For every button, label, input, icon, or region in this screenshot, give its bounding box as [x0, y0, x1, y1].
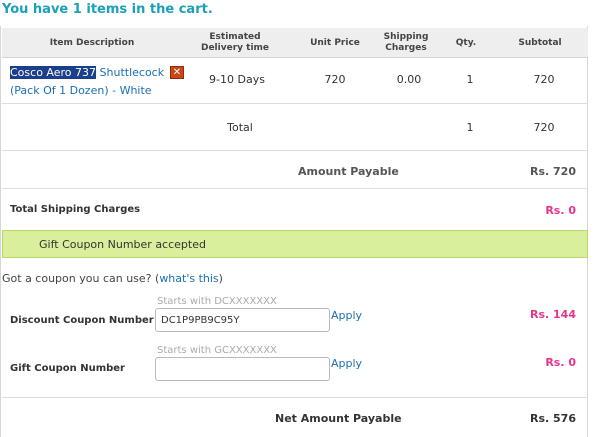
gift-coupon-label: Gift Coupon Number: [10, 363, 125, 374]
product-name-selected[interactable]: Cosco Aero 737: [10, 66, 97, 79]
cart-heading-prefix: You have: [2, 2, 69, 17]
header-item-description: Item Description: [49, 38, 135, 48]
item-shipping: 0.00: [396, 73, 422, 86]
header-delivery-time: Estimated Delivery time: [200, 32, 270, 53]
close-icon: ✕: [172, 67, 182, 78]
total-subtotal: 720: [533, 121, 555, 134]
gift-coupon-hint: Starts with GCXXXXXXX: [157, 345, 277, 356]
cart-count-heading: You have 1 items in the cart.: [2, 2, 213, 17]
discount-coupon-input[interactable]: [155, 308, 330, 332]
coupon-question: Got a coupon you can use? (what's this): [2, 272, 223, 285]
amount-payable-value: Rs. 720: [530, 165, 576, 178]
remove-item-button[interactable]: ✕: [170, 66, 184, 79]
row-divider: [2, 150, 588, 151]
whats-this-link[interactable]: what's this: [159, 272, 218, 285]
header-qty: Qty.: [455, 38, 477, 48]
item-subtotal: 720: [533, 73, 555, 86]
item-qty: 1: [466, 73, 474, 86]
row-divider: [2, 397, 588, 398]
cart-item-count: 1: [72, 2, 82, 17]
total-label: Total: [227, 121, 253, 134]
apply-discount-link[interactable]: Apply: [331, 309, 362, 322]
cart-heading-suffix: items in the cart.: [86, 2, 213, 17]
item-unit-price: 720: [324, 73, 346, 86]
net-amount-label: Net Amount Payable: [275, 412, 402, 425]
product-name-link[interactable]: Cosco Aero 737 Shuttlecock (Pack Of 1 Do…: [10, 64, 170, 100]
header-shipping-charges: Shipping Charges: [383, 32, 429, 53]
item-delivery-time: 9-10 Days: [209, 73, 265, 86]
header-subtotal: Subtotal: [518, 38, 562, 48]
discount-coupon-hint: Starts with DCXXXXXXX: [157, 296, 277, 307]
amount-payable-label: Amount Payable: [298, 165, 399, 178]
coupon-success-message: Gift Coupon Number accepted: [2, 230, 588, 258]
row-divider: [2, 103, 588, 104]
apply-gift-link[interactable]: Apply: [331, 357, 362, 370]
coupon-success-text: Gift Coupon Number accepted: [39, 238, 206, 251]
coupon-question-text: Got a coupon you can use?: [2, 272, 152, 285]
header-unit-price: Unit Price: [310, 38, 360, 48]
total-shipping-value: Rs. 0: [545, 204, 576, 217]
gift-coupon-input[interactable]: [155, 357, 330, 381]
cart-table-header: Item Description Estimated Delivery time…: [2, 28, 588, 58]
discount-coupon-label: Discount Coupon Number: [10, 315, 154, 326]
total-shipping-label: Total Shipping Charges: [10, 204, 141, 215]
total-qty: 1: [466, 121, 474, 134]
net-amount-value: Rs. 576: [530, 412, 576, 425]
discount-amount: Rs. 144: [530, 308, 576, 321]
row-divider: [2, 188, 588, 189]
gift-amount: Rs. 0: [545, 356, 576, 369]
